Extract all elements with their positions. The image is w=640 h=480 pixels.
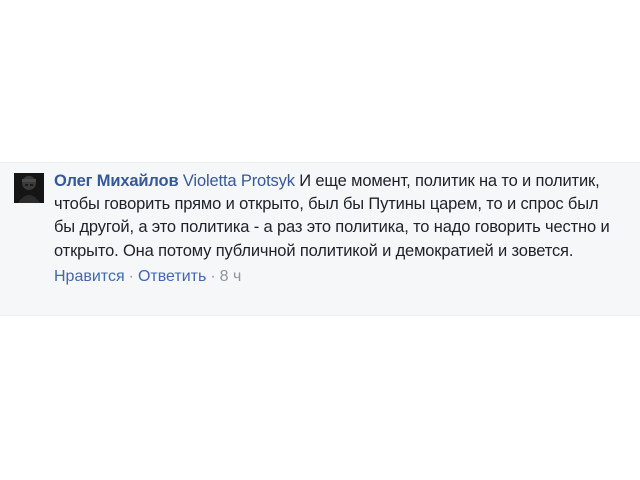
like-button[interactable]: Нравится xyxy=(54,268,125,285)
reply-button[interactable]: Ответить xyxy=(138,268,206,285)
avatar-image xyxy=(14,173,44,203)
action-separator: · xyxy=(128,267,134,285)
action-separator: · xyxy=(210,267,216,285)
page: Олег Михайлов Violetta Protsyk И еще мом… xyxy=(0,0,640,480)
comment-actions: Нравится · Ответить · 8 ч xyxy=(54,267,610,287)
avatar[interactable] xyxy=(14,173,44,203)
mention-link[interactable]: Violetta Protsyk xyxy=(183,172,295,190)
comment-text-block: Олег Михайлов Violetta Protsyk И еще мом… xyxy=(54,170,610,263)
comment-author-link[interactable]: Олег Михайлов xyxy=(54,172,179,190)
comment-body: Олег Михайлов Violetta Protsyk И еще мом… xyxy=(54,170,610,287)
comment-panel: Олег Михайлов Violetta Protsyk И еще мом… xyxy=(0,162,640,316)
comment-timestamp[interactable]: 8 ч xyxy=(220,268,242,285)
